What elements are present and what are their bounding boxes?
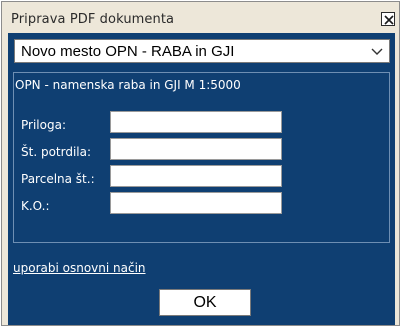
close-button[interactable]	[381, 12, 395, 26]
parcelna-input[interactable]	[110, 165, 282, 187]
potrdilo-input[interactable]	[110, 138, 282, 160]
dialog-body: Novo mesto OPN - RABA in GJI OPN - namen…	[8, 33, 395, 325]
close-x-icon	[384, 15, 394, 25]
template-select-value: Novo mesto OPN - RABA in GJI	[21, 43, 235, 60]
ko-label: K.O.:	[21, 199, 50, 213]
priloga-label: Priloga:	[21, 118, 66, 132]
chevron-down-icon	[371, 48, 383, 55]
ko-input[interactable]	[110, 192, 282, 214]
priloga-input[interactable]	[110, 111, 282, 133]
basic-mode-link[interactable]: uporabi osnovni način	[13, 261, 146, 275]
parcelna-label: Parcelna št.:	[21, 172, 95, 186]
ok-button[interactable]: OK	[159, 289, 251, 316]
pdf-dialog: Priprava PDF dokumenta Novo mesto OPN - …	[1, 1, 400, 326]
title-bar: Priprava PDF dokumenta	[2, 2, 399, 32]
potrdilo-label: Št. potrdila:	[21, 145, 92, 159]
template-select[interactable]: Novo mesto OPN - RABA in GJI	[14, 39, 390, 63]
form-group: OPN - namenska raba in GJI M 1:5000 Pril…	[13, 72, 390, 243]
window-title: Priprava PDF dokumenta	[11, 12, 175, 27]
group-title: OPN - namenska raba in GJI M 1:5000	[15, 78, 241, 92]
